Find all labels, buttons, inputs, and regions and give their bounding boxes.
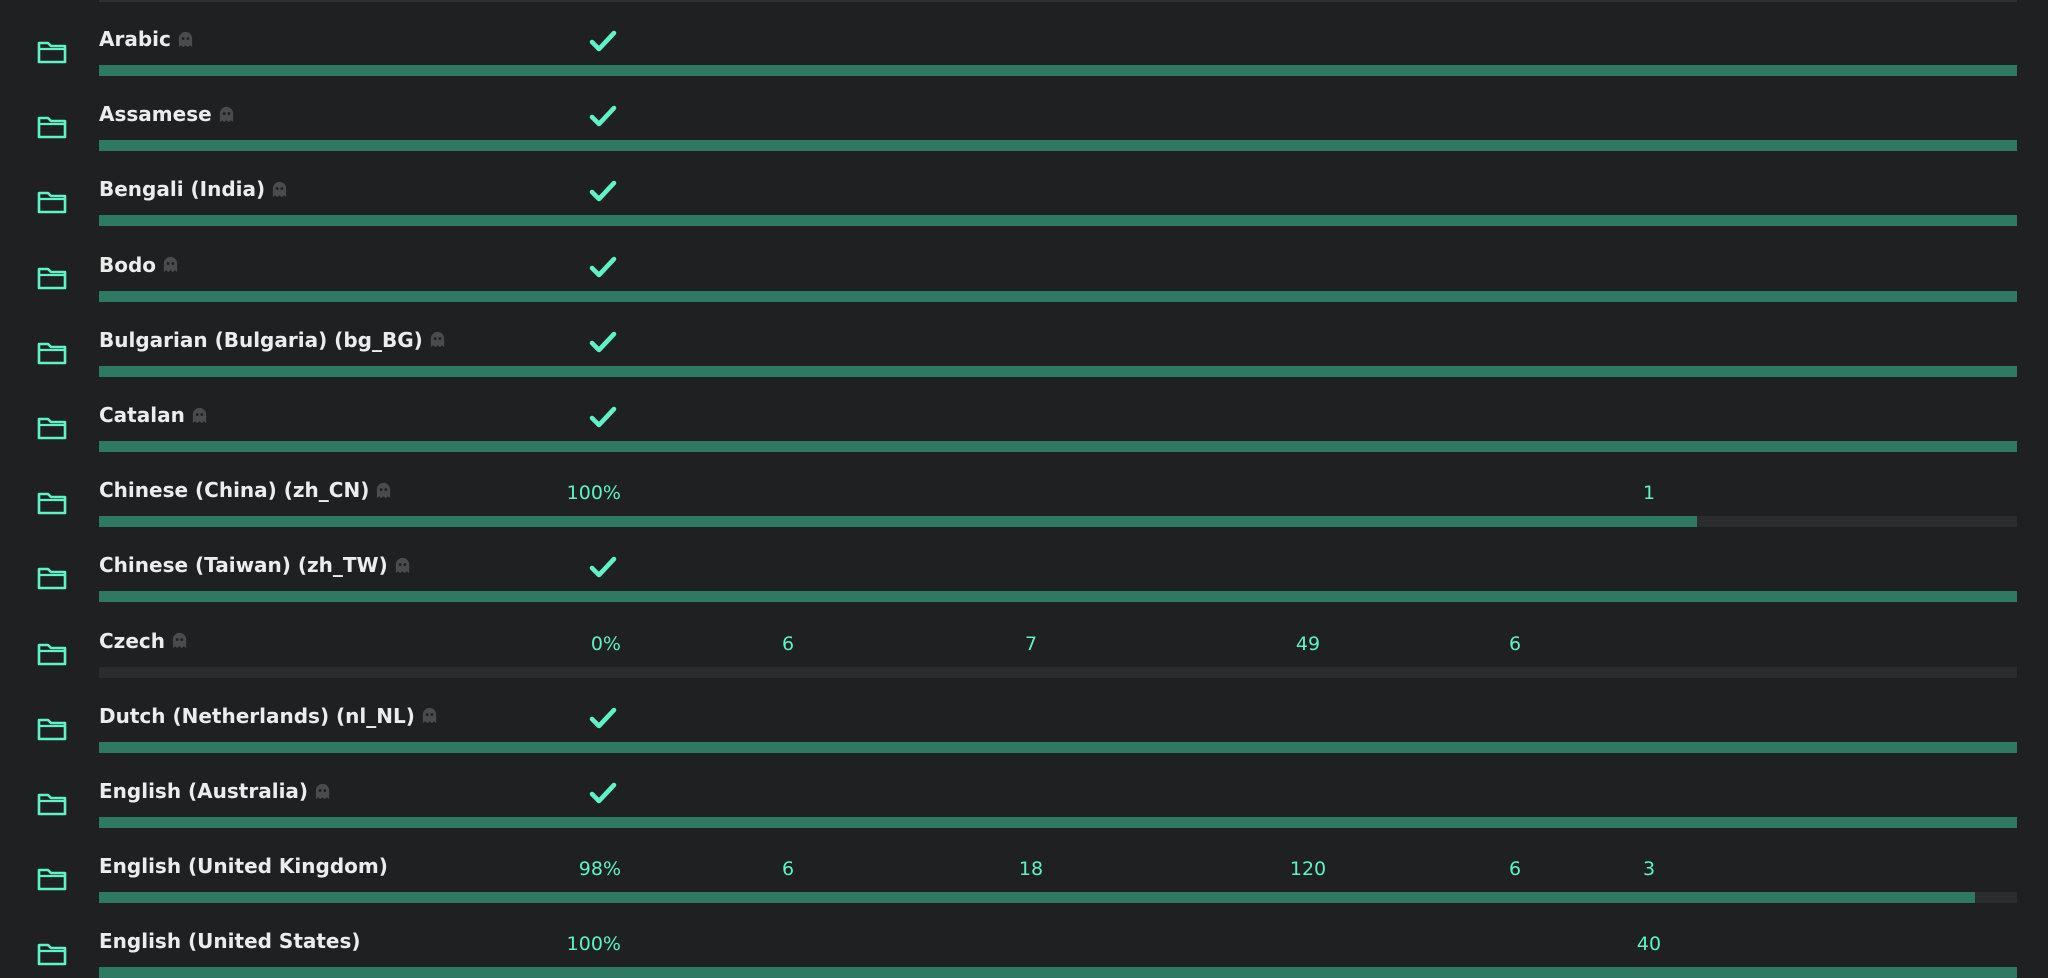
language-row[interactable]: English (Australia) [0,752,2048,828]
folder-icon[interactable] [37,792,67,816]
stat-count-c4[interactable]: 6 [1485,858,1545,880]
language-row[interactable]: Chinese (Taiwan) (zh_TW) [0,526,2048,603]
checkmark-icon [589,179,617,203]
stat-count-c1[interactable]: 6 [758,858,818,880]
language-row[interactable]: English (United Kingdom) 98% 6 18 120 6 3 [0,827,2048,904]
folder-icon[interactable] [37,190,67,214]
folder-icon[interactable] [37,266,67,290]
folder-icon[interactable] [37,642,67,666]
ghost-icon [374,481,393,500]
stat-count-c2[interactable]: 7 [1001,633,1061,655]
stat-count-c5[interactable]: 1 [1619,482,1679,504]
language-name-label: Dutch (Netherlands) (nl_NL) [99,703,415,728]
language-name-label: Catalan [99,403,185,427]
completion-percent: 98% [578,858,621,881]
language-name[interactable]: Chinese (Taiwan) (zh_TW) [99,553,412,577]
language-name-label: Assamese [99,102,212,127]
checkmark-icon [589,405,617,429]
completion-percent: 0% [590,632,621,655]
language-name-label: Bodo [99,252,157,277]
language-name[interactable]: Arabic [99,27,195,51]
checkmark-icon [589,706,617,730]
language-row[interactable]: Catalan [0,376,2048,452]
language-name[interactable]: Bengali (India) [99,177,289,201]
checkmark-icon [589,29,617,53]
ghost-icon [190,406,209,425]
language-name[interactable]: Assamese [99,102,236,126]
language-name-label: Bulgarian (Bulgaria) (bg_BG) [99,327,423,352]
ghost-icon [217,105,236,124]
language-name[interactable]: Dutch (Netherlands) (nl_NL) [99,704,439,728]
folder-icon[interactable] [37,717,67,741]
checkmark-icon [589,104,617,128]
folder-icon[interactable] [37,491,67,515]
folder-icon[interactable] [37,942,67,966]
language-name[interactable]: Bodo [99,253,180,277]
language-row[interactable]: Chinese (China) (zh_CN) 100% 1 [0,451,2048,528]
stat-count-c1[interactable]: 6 [758,633,818,655]
language-row[interactable]: Bodo [0,226,2048,302]
language-name[interactable]: Czech [99,629,189,653]
language-name-label: English (United States) [99,929,361,954]
language-row[interactable]: Bengali (India) [0,150,2048,227]
language-name-label: Bengali (India) [99,177,266,202]
language-row[interactable]: Assamese [0,75,2048,152]
language-name[interactable]: Catalan [99,403,209,427]
stat-count-c3[interactable]: 120 [1278,858,1338,880]
stat-count-c2[interactable]: 18 [1001,858,1061,880]
ghost-icon [420,706,439,725]
ghost-icon [428,330,447,349]
folder-icon[interactable] [37,867,67,891]
language-name-label: Chinese (China) (zh_CN) [99,478,370,503]
language-row[interactable]: Bulgarian (Bulgaria) (bg_BG) [0,301,2048,377]
language-name[interactable]: English (United States) [99,929,361,953]
ghost-icon [270,180,289,199]
checkmark-icon [589,781,617,805]
folder-icon[interactable] [37,115,67,139]
ghost-icon [393,556,412,575]
language-row[interactable]: Arabic [0,0,2048,76]
ghost-icon [313,782,332,801]
stat-count-c3[interactable]: 49 [1278,633,1338,655]
folder-icon[interactable] [37,341,67,365]
language-name[interactable]: English (Australia) [99,779,332,803]
completion-percent: 100% [566,933,621,956]
ghost-icon [161,255,180,274]
language-name[interactable]: Bulgarian (Bulgaria) (bg_BG) [99,328,447,352]
folder-icon[interactable] [37,416,67,440]
folder-icon[interactable] [37,40,67,64]
ghost-icon [176,30,195,49]
ghost-icon [170,631,189,650]
language-name-label: English (Australia) [99,779,309,803]
stat-count-c5[interactable]: 3 [1619,858,1679,880]
stat-count-c4[interactable]: 6 [1485,633,1545,655]
checkmark-icon [589,255,617,279]
language-name-label: Arabic [99,27,171,51]
language-name-label: Chinese (Taiwan) (zh_TW) [99,553,388,578]
language-name[interactable]: Chinese (China) (zh_CN) [99,478,393,502]
language-row[interactable]: English (United States) 100% 40 [0,902,2048,978]
language-name-label: Czech [99,628,165,653]
language-row[interactable]: Czech 0% 6 7 49 6 [0,602,2048,678]
folder-icon[interactable] [37,566,67,590]
completion-percent: 100% [566,482,621,505]
language-name-label: English (United Kingdom) [99,854,388,879]
language-name[interactable]: English (United Kingdom) [99,854,388,878]
language-row[interactable]: Dutch (Netherlands) (nl_NL) [0,677,2048,753]
checkmark-icon [589,330,617,354]
progress-bar-fill [99,967,2017,978]
checkmark-icon [589,555,617,579]
stat-count-c5[interactable]: 40 [1619,933,1679,955]
progress-bar [99,967,2017,978]
